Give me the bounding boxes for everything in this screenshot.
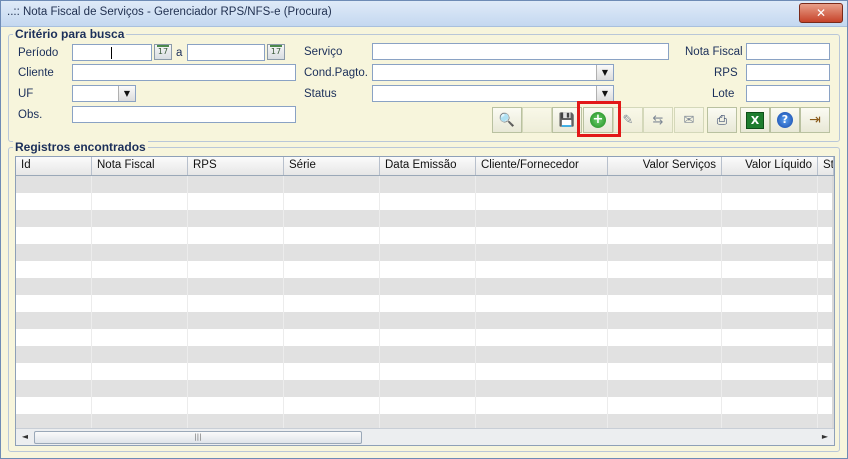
main-window: ..:: Nota Fiscal de Serviços - Gerenciad…	[0, 0, 848, 459]
table-row[interactable]	[16, 193, 834, 210]
table-row[interactable]	[16, 397, 834, 414]
close-button[interactable]: ✕	[799, 3, 843, 23]
lote-input[interactable]	[746, 85, 830, 102]
condpagto-label: Cond.Pagto.	[304, 67, 368, 79]
periodo-label: Período	[18, 47, 59, 59]
horizontal-scrollbar[interactable]: ◄ ||| ►	[16, 428, 834, 445]
send-button[interactable]: ⇆	[643, 107, 673, 133]
excel-icon: X	[746, 111, 764, 129]
notafiscal-label: Nota Fiscal	[685, 46, 743, 58]
highlight-box	[577, 101, 621, 137]
obs-input[interactable]	[72, 106, 296, 123]
status-select[interactable]: ▼	[372, 85, 614, 102]
cliente-label: Cliente	[18, 67, 54, 79]
table-row[interactable]	[16, 244, 834, 261]
table-row[interactable]	[16, 363, 834, 380]
column-header[interactable]: Nota Fiscal	[92, 157, 188, 175]
rps-input[interactable]	[746, 64, 830, 81]
transmit-icon: ✉	[683, 112, 695, 128]
chevron-down-icon[interactable]: ▼	[596, 86, 613, 101]
help-icon: ?	[777, 112, 793, 128]
periodo-start-input[interactable]	[72, 44, 152, 61]
scroll-right-icon[interactable]: ►	[817, 429, 833, 445]
column-header[interactable]: Cliente/Fornecedor	[476, 157, 608, 175]
column-divider	[817, 176, 818, 429]
send-icon: ⇆	[652, 112, 664, 128]
table-row[interactable]	[16, 210, 834, 227]
column-divider	[721, 176, 722, 429]
servico-input[interactable]	[372, 43, 669, 60]
blank-button[interactable]	[522, 107, 552, 133]
table-row[interactable]	[16, 329, 834, 346]
column-header[interactable]: Data Emissão	[380, 157, 476, 175]
exit-door-icon: ⇥	[809, 112, 821, 128]
column-divider	[187, 176, 188, 429]
print-button[interactable]: ⎙	[707, 107, 737, 133]
results-legend: Registros encontrados	[13, 140, 148, 154]
search-criteria-legend: Critério para busca	[13, 27, 127, 41]
table-row[interactable]	[16, 312, 834, 329]
column-header[interactable]: Série	[284, 157, 380, 175]
help-button[interactable]: ?	[770, 107, 800, 133]
window-title: ..:: Nota Fiscal de Serviços - Gerenciad…	[7, 6, 332, 18]
printer-icon: ⎙	[716, 112, 728, 128]
column-header[interactable]: RPS	[188, 157, 284, 175]
pencil-icon: ✎	[622, 112, 634, 128]
title-bar: ..:: Nota Fiscal de Serviços - Gerenciad…	[1, 1, 847, 27]
results-grid[interactable]: Id Nota Fiscal RPS Série Data Emissão Cliente…	[15, 156, 835, 446]
chevron-down-icon[interactable]: ▼	[596, 65, 613, 80]
column-header[interactable]: Id	[16, 157, 92, 175]
table-row[interactable]	[16, 176, 834, 193]
column-header[interactable]: St	[818, 157, 834, 175]
calendar-end-icon[interactable]: 17	[267, 44, 285, 60]
scroll-thumb[interactable]: |||	[34, 431, 362, 444]
grid-header: Id Nota Fiscal RPS Série Data Emissão Cliente…	[16, 157, 834, 176]
column-divider	[91, 176, 92, 429]
uf-label: UF	[18, 88, 34, 100]
column-divider	[607, 176, 608, 429]
table-row[interactable]	[16, 227, 834, 244]
periodo-end-input[interactable]	[187, 44, 265, 61]
lote-label: Lote	[712, 88, 735, 100]
column-divider	[475, 176, 476, 429]
status-label: Status	[304, 88, 337, 100]
column-divider	[379, 176, 380, 429]
scroll-left-icon[interactable]: ◄	[17, 429, 33, 445]
uf-select[interactable]: ▼	[72, 85, 136, 102]
table-row[interactable]	[16, 295, 834, 312]
exit-button[interactable]: ⇥	[800, 107, 830, 133]
servico-label: Serviço	[304, 46, 343, 58]
calendar-start-icon[interactable]: 17	[154, 44, 172, 60]
obs-label: Obs.	[18, 109, 43, 121]
chevron-down-icon[interactable]: ▼	[118, 86, 135, 101]
condpagto-select[interactable]: ▼	[372, 64, 614, 81]
rps-label: RPS	[714, 67, 738, 79]
table-row[interactable]	[16, 278, 834, 295]
table-row[interactable]	[16, 261, 834, 278]
vertical-scroll-edge	[832, 176, 834, 429]
table-row[interactable]	[16, 380, 834, 397]
save-icon: 💾	[558, 112, 576, 128]
table-row[interactable]	[16, 346, 834, 363]
search-icon: 🔍	[498, 112, 516, 128]
periodo-separator: a	[176, 47, 183, 59]
transmit-button[interactable]: ✉	[674, 107, 704, 133]
search-button[interactable]: 🔍	[492, 107, 522, 133]
column-header[interactable]: Valor Serviços	[608, 157, 722, 175]
excel-button[interactable]: X	[740, 107, 770, 133]
grid-rows	[16, 176, 834, 431]
cliente-input[interactable]	[72, 64, 296, 81]
column-header[interactable]: Valor Líquido	[722, 157, 818, 175]
column-divider	[283, 176, 284, 429]
notafiscal-input[interactable]	[746, 43, 830, 60]
